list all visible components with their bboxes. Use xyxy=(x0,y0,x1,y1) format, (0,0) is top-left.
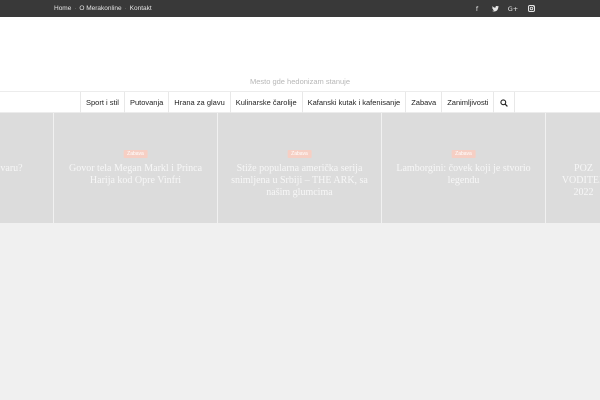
slide-title[interactable]: Stiže popularna američka serija snimljen… xyxy=(230,163,369,199)
search-button[interactable] xyxy=(493,92,516,113)
slide-category[interactable]: Zabava xyxy=(451,150,476,158)
search-icon xyxy=(500,98,509,107)
slide-title[interactable]: Govor tela Megan Markl i Princa Harija k… xyxy=(66,163,205,187)
slide-item[interactable]: Zabava Govor tela Megan Markl i Princa H… xyxy=(54,113,217,223)
facebook-icon[interactable]: f xyxy=(468,5,486,13)
slide-category[interactable]: Zabava xyxy=(287,150,312,158)
slide-item[interactable]: varu? xyxy=(0,113,53,223)
nav-item-sport-i-stil[interactable]: Sport i stil xyxy=(80,92,124,113)
top-link-separator: · xyxy=(74,5,77,12)
google-plus-icon[interactable]: G+ xyxy=(504,5,522,13)
slide-title[interactable]: varu? xyxy=(0,163,53,175)
site-tagline: Mesto gde hedonizam stanuje xyxy=(249,77,351,86)
nav-item-putovanja[interactable]: Putovanja xyxy=(123,92,168,113)
nav-item-kafanski-kutak[interactable]: Kafanski kutak i kafenisanje xyxy=(301,92,406,113)
slide-title[interactable]: Lamborgini: čovek koji je stvorio legend… xyxy=(394,163,533,187)
top-bar: Home · O Merakonline · Kontakt f G+ xyxy=(0,0,600,17)
slide-item[interactable]: POZ VODITEL 2022 xyxy=(546,113,600,223)
top-links: Home · O Merakonline · Kontakt xyxy=(54,0,152,17)
featured-slider: varu? Zabava Govor tela Megan Markl i Pr… xyxy=(0,113,600,223)
social-links: f G+ xyxy=(468,0,540,17)
slide-category[interactable]: Zabava xyxy=(123,150,148,158)
nav-item-hrana-za-glavu[interactable]: Hrana za glavu xyxy=(168,92,229,113)
top-link-separator: · xyxy=(124,5,127,12)
nav-item-zanimljivosti[interactable]: Zanimljivosti xyxy=(441,92,493,113)
nav-item-kulinarske-carolije[interactable]: Kulinarske čarolije xyxy=(229,92,302,113)
instagram-icon[interactable] xyxy=(522,5,540,12)
nav-item-zabava[interactable]: Zabava xyxy=(405,92,441,113)
top-link-home[interactable]: Home xyxy=(54,5,71,12)
twitter-icon[interactable] xyxy=(486,5,504,12)
site-header: Mesto gde hedonizam stanuje xyxy=(0,17,600,91)
top-link-contact[interactable]: Kontakt xyxy=(130,5,152,12)
main-navigation: Sport i stil Putovanja Hrana za glavu Ku… xyxy=(0,91,600,113)
slide-item[interactable]: Zabava Stiže popularna američka serija s… xyxy=(218,113,381,223)
top-link-about[interactable]: O Merakonline xyxy=(79,5,121,12)
slide-title[interactable]: POZ VODITEL 2022 xyxy=(558,163,600,199)
slide-item[interactable]: Zabava Lamborgini: čovek koji je stvorio… xyxy=(382,113,545,223)
